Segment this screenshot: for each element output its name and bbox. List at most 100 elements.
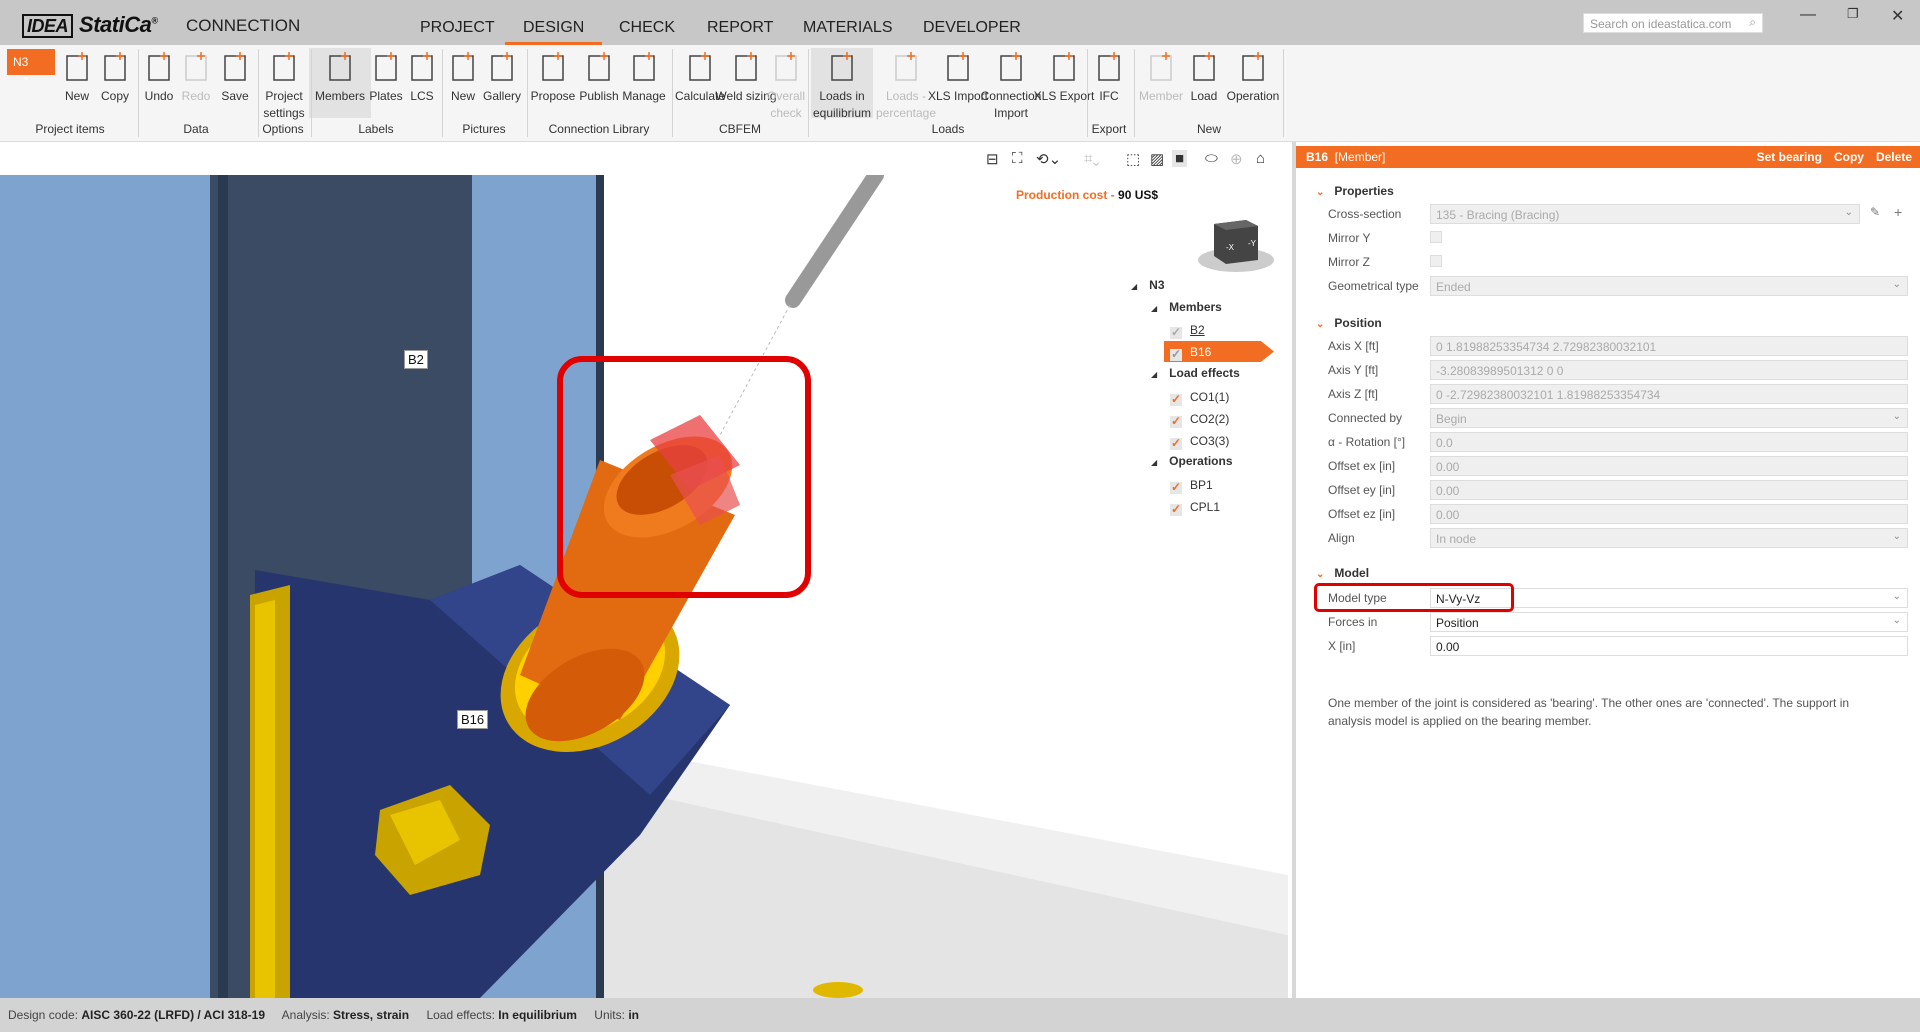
add-icon[interactable]: + — [1894, 204, 1902, 220]
ribbon-separator — [527, 49, 528, 137]
member-label-b2[interactable]: B2 — [404, 350, 428, 369]
3d-model-scene[interactable] — [0, 175, 1288, 998]
edit-icon[interactable]: ✎ — [1870, 205, 1880, 219]
copy-item-icon — [104, 52, 126, 81]
product-name: CONNECTION — [186, 16, 301, 35]
ribbon-group-label: Loads — [931, 122, 965, 136]
ribbon-group-label: New — [1196, 122, 1222, 136]
tab-materials[interactable]: MATERIALS — [803, 19, 893, 37]
axis-x-field[interactable]: 0 1.81988253354734 2.72982380032101 — [1430, 336, 1908, 356]
members-labels-icon — [329, 52, 351, 81]
offset-ey-field[interactable]: 0.00 — [1430, 480, 1908, 500]
tab-check[interactable]: CHECK — [619, 19, 675, 37]
new-load-icon — [1193, 52, 1215, 81]
ribbon-separator — [311, 49, 312, 137]
ribbon-separator — [1134, 49, 1135, 137]
cross-section-row: Cross-section 135 - Bracing (Bracing) ⌄ ✎ + — [1328, 204, 1903, 224]
3d-viewport[interactable]: B2 B16 ⊟ ⛶ ⟲⌄ ⌗⌄ ⬚ ▨ ■ ⬭ ⊕ ⌂ Production … — [0, 142, 1288, 998]
rotate-icon[interactable]: ⟲⌄ — [1036, 150, 1061, 168]
connected-by-select[interactable]: Begin ⌄ — [1430, 408, 1908, 428]
ribbon-separator — [258, 49, 259, 137]
ribbon-group-label: Options — [262, 122, 304, 136]
solid-view-icon[interactable]: ■ — [1172, 150, 1188, 167]
help-note: One member of the joint is considered as… — [1328, 696, 1850, 728]
loads-percentage-icon — [895, 52, 917, 81]
connection-import-icon — [1000, 52, 1022, 81]
xls-import-icon — [947, 52, 969, 81]
tab-design[interactable]: DESIGN — [504, 19, 603, 45]
forces-in-select[interactable]: Position ⌄ — [1430, 612, 1908, 632]
set-bearing-button[interactable]: Set bearing — [1757, 150, 1822, 164]
search-placeholder: Search on ideastatica.com — [1590, 17, 1732, 31]
search-icon: ⌕ — [1749, 15, 1756, 29]
tree-item-cpl1[interactable]: ✓ CPL1 — [1170, 500, 1220, 516]
section-position[interactable]: ⌄ Position — [1316, 316, 1382, 330]
calculate-icon — [689, 52, 711, 81]
new-operation-icon — [1242, 52, 1264, 81]
align-select[interactable]: In node ⌄ — [1430, 528, 1908, 548]
axis-y-field[interactable]: -3.28083989501312 0 0 — [1430, 360, 1908, 380]
tab-developer[interactable]: DEVELOPER — [923, 19, 1021, 37]
ribbon-group-label: Connection Library — [548, 122, 650, 136]
tree-item-b16[interactable]: ✓ B16 — [1164, 341, 1274, 362]
tree-item-co3[interactable]: ✓ CO3(3) — [1170, 434, 1229, 450]
navigation-cube[interactable]: -X -Y — [1196, 212, 1276, 276]
overall-check-icon — [775, 52, 797, 81]
delete-button[interactable]: Delete — [1876, 150, 1912, 164]
restore-icon[interactable]: ❐ — [1847, 6, 1859, 22]
section-model[interactable]: ⌄ Model — [1316, 566, 1369, 580]
tree-group-members[interactable]: ◢ Members — [1151, 300, 1222, 314]
home-icon[interactable]: ⌂ — [1256, 150, 1265, 167]
new-operation-button[interactable]: Operation — [1222, 48, 1284, 105]
axis-z-field[interactable]: 0 -2.72982380032101 1.81988253354734 — [1430, 384, 1908, 404]
ribbon-separator — [1283, 49, 1284, 137]
measure-icon[interactable]: ⊟ — [986, 150, 999, 168]
save-icon — [224, 52, 246, 81]
x-position-field[interactable]: 0.00 — [1430, 636, 1908, 656]
properties-panel: B16 [Member] Set bearing Copy Delete ⌄ Prop… — [1292, 142, 1920, 998]
minimize-icon[interactable]: — — [1800, 6, 1816, 24]
ribbon-separator — [138, 49, 139, 137]
rotation-field[interactable]: 0.0 — [1430, 432, 1908, 452]
tree-item-co2[interactable]: ✓ CO2(2) — [1170, 412, 1229, 428]
ifc-export-icon — [1098, 52, 1120, 81]
ribbon-group-label: CBFEM — [719, 122, 761, 136]
offset-ez-field[interactable]: 0.00 — [1430, 504, 1908, 524]
tree-item-bp1[interactable]: ✓ BP1 — [1170, 478, 1213, 494]
svg-text:-Y: -Y — [1248, 239, 1257, 248]
panel-header: B16 [Member] Set bearing Copy Delete — [1296, 146, 1920, 168]
offset-ex-field[interactable]: 0.00 — [1430, 456, 1908, 476]
member-view-icon[interactable]: ⬭ — [1205, 150, 1218, 167]
close-icon[interactable]: ✕ — [1891, 6, 1904, 26]
mirror-z-checkbox[interactable] — [1430, 255, 1442, 267]
tree-node-n3[interactable]: ◢ N3 — [1131, 278, 1165, 292]
tree-group-operations[interactable]: ◢ Operations — [1151, 454, 1233, 468]
cross-section-select[interactable]: 135 - Bracing (Bracing) ⌄ — [1430, 204, 1860, 224]
manage-button[interactable]: Manage — [613, 48, 675, 105]
tree-item-b2[interactable]: ✓ B2 — [1170, 323, 1205, 339]
tab-report[interactable]: REPORT — [707, 19, 773, 37]
loads-in-equilibrium-button[interactable]: Loads in equilibrium — [811, 48, 873, 120]
member-label-b16[interactable]: B16 — [457, 710, 489, 729]
gallery-icon — [491, 52, 513, 81]
copy-button[interactable]: Copy — [1834, 150, 1864, 164]
project-settings-button[interactable]: Project settings — [253, 48, 315, 122]
section-properties[interactable]: ⌄ Properties — [1316, 184, 1394, 198]
ribbon-separator — [808, 49, 809, 137]
search-input[interactable]: Search on ideastatica.com ⌕ — [1583, 13, 1763, 33]
ribbon-group-label: Export — [1091, 122, 1127, 136]
crop-icon[interactable]: ⌗⌄ — [1084, 150, 1100, 167]
ribbon-group-label: Pictures — [462, 122, 506, 136]
geometrical-type-select[interactable]: Ended ⌄ — [1430, 276, 1908, 296]
transparent-view-icon[interactable]: ▨ — [1150, 150, 1164, 168]
tree-group-load-effects[interactable]: ◢ Load effects — [1151, 366, 1240, 380]
mirror-y-checkbox[interactable] — [1430, 231, 1442, 243]
wireframe-icon[interactable]: ⬚ — [1126, 150, 1140, 168]
tree-item-co1[interactable]: ✓ CO1(1) — [1170, 390, 1229, 406]
fit-view-icon[interactable]: ⛶ — [1012, 150, 1023, 167]
tab-project[interactable]: PROJECT — [420, 19, 495, 37]
production-cost: Production cost - 90 US$ — [1016, 188, 1159, 202]
ribbon-separator — [672, 49, 673, 137]
ribbon: N3 ⌄ New Copy Undo Redo Save Project settings… — [0, 45, 1920, 142]
axis-icon[interactable]: ⊕ — [1230, 150, 1243, 168]
